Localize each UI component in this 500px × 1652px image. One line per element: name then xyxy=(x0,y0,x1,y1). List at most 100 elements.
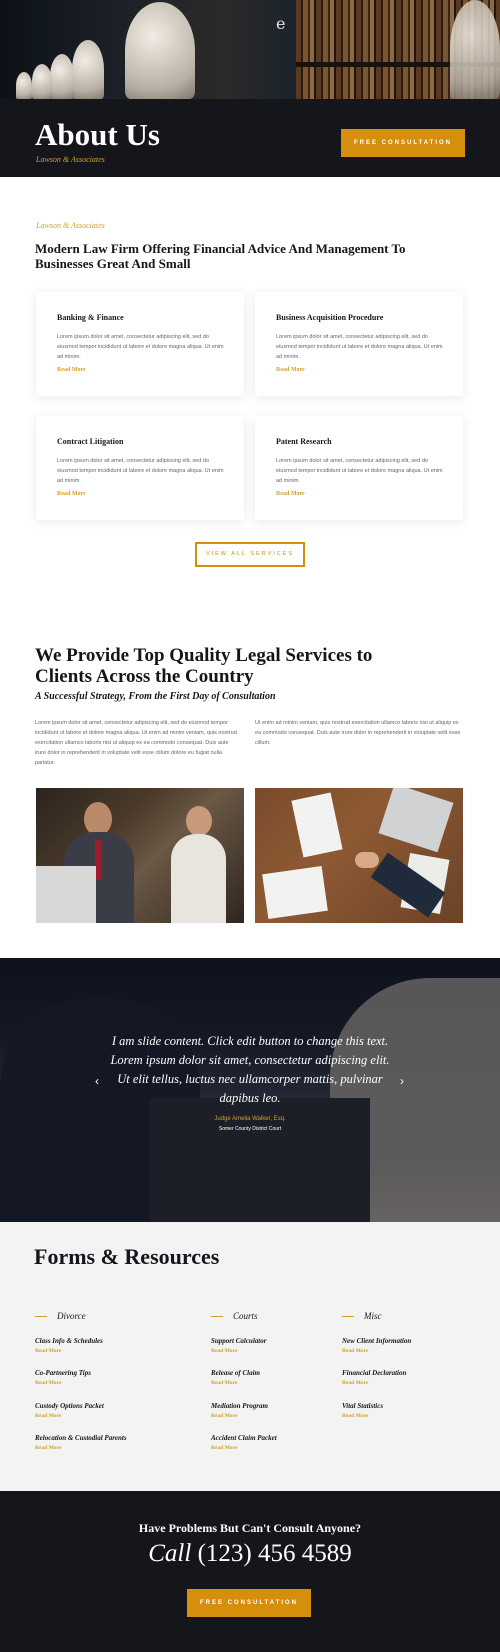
slider-next-icon[interactable]: › xyxy=(400,1074,404,1088)
testimonial-slider: I am slide content. Click edit button to… xyxy=(0,958,500,1222)
service-card: Patent Research Lorem ipsum dolor sit am… xyxy=(255,416,463,520)
form-item: Custody Options Packet Read More xyxy=(35,1402,104,1419)
forms-heading: Forms & Resources xyxy=(34,1244,220,1269)
paper-shape xyxy=(291,792,343,858)
service-card: Banking & Finance Lorem ipsum dolor sit … xyxy=(36,292,244,396)
service-title: Business Acquisition Procedure xyxy=(276,313,384,322)
cta-question: Have Problems But Can't Consult Anyone? xyxy=(138,1521,362,1535)
statue-bust xyxy=(50,54,74,99)
cta-call-label: Call xyxy=(148,1540,192,1567)
forms-resources-section: Forms & Resources Divorce Courts Misc Cl… xyxy=(0,1222,500,1491)
hand-shape xyxy=(355,852,379,868)
read-more-link[interactable]: Read More xyxy=(342,1348,411,1354)
read-more-link[interactable]: Read More xyxy=(342,1380,406,1386)
contact-cta: Have Problems But Can't Consult Anyone? … xyxy=(0,1491,500,1652)
form-title[interactable]: Custody Options Packet xyxy=(35,1402,104,1410)
service-description: Lorem ipsum dolor sit amet, consectetur … xyxy=(57,458,224,484)
forms-column-divorce: Divorce xyxy=(35,1311,86,1321)
forms-column-misc: Misc xyxy=(342,1311,382,1321)
service-description: Lorem ipsum dolor sit amet, consectetur … xyxy=(276,334,443,360)
accent-dash xyxy=(35,1316,47,1318)
service-description: Lorem ipsum dolor sit amet, consectetur … xyxy=(57,334,224,360)
service-card: Business Acquisition Procedure Lorem ips… xyxy=(255,292,463,396)
read-more-link[interactable]: Read More xyxy=(35,1445,127,1451)
statue-bust xyxy=(125,2,195,99)
column-title: Divorce xyxy=(57,1311,86,1321)
service-title: Contract Litigation xyxy=(57,437,124,446)
form-title[interactable]: Class Info & Schedules xyxy=(35,1337,103,1345)
form-title[interactable]: Support Calculator xyxy=(211,1337,266,1345)
form-item: Support Calculator Read More xyxy=(211,1337,266,1354)
form-title[interactable]: Release of Claim xyxy=(211,1369,260,1377)
read-more-link[interactable]: Read More xyxy=(211,1348,266,1354)
statue-bust xyxy=(72,40,104,99)
form-item: Mediation Program Read More xyxy=(211,1402,268,1419)
accent-dash xyxy=(211,1316,223,1318)
form-title[interactable]: Relocation & Custodial Parents xyxy=(35,1434,127,1442)
form-item: New Client Information Read More xyxy=(342,1337,411,1354)
forms-column-courts: Courts xyxy=(211,1311,258,1321)
form-title[interactable]: Accident Claim Packet xyxy=(211,1434,277,1442)
form-title[interactable]: New Client Information xyxy=(342,1337,411,1345)
form-item: Relocation & Custodial Parents Read More xyxy=(35,1434,127,1451)
page-header: About Us Lawson & Associates FREE CONSUL… xyxy=(0,99,500,177)
statue-bust xyxy=(16,72,32,99)
read-more-link[interactable]: Read More xyxy=(342,1413,383,1419)
page-subtitle: Lawson & Associates xyxy=(36,155,105,164)
intro-eyebrow: Lawson & Associates xyxy=(36,221,105,230)
form-title[interactable]: Co-Partnering Tips xyxy=(35,1369,91,1377)
hero-image: e xyxy=(0,0,500,99)
read-more-link[interactable]: Read More xyxy=(211,1413,268,1419)
column-title: Misc xyxy=(364,1311,382,1321)
form-item: Financial Declaration Read More xyxy=(342,1369,406,1386)
view-all-services-button[interactable]: VIEW ALL SERVICES xyxy=(195,542,305,567)
form-item: Accident Claim Packet Read More xyxy=(211,1434,277,1451)
shirt-shape xyxy=(171,834,226,923)
read-more-link[interactable]: Read More xyxy=(276,367,305,373)
free-consultation-button[interactable]: FREE CONSULTATION xyxy=(341,129,465,157)
form-title[interactable]: Vital Statistics xyxy=(342,1402,383,1410)
quality-paragraph-right: Ut enim ad minim veniam, quis nostrud ex… xyxy=(255,720,461,746)
service-title: Banking & Finance xyxy=(57,313,124,322)
read-more-link[interactable]: Read More xyxy=(57,491,86,497)
quality-paragraph-left: Lorem ipsum dolor sit amet, consectetur … xyxy=(35,720,237,766)
service-title: Patent Research xyxy=(276,437,332,446)
slide-author: Judge Amelia Walker, Esq. xyxy=(214,1116,286,1122)
form-title[interactable]: Financial Declaration xyxy=(342,1369,406,1377)
read-more-link[interactable]: Read More xyxy=(35,1413,104,1419)
slide-author-role: Somer County District Court xyxy=(218,1126,282,1132)
quality-heading: We Provide Top Quality Legal Services to… xyxy=(35,645,373,687)
meeting-photo xyxy=(36,788,244,923)
read-more-link[interactable]: Read More xyxy=(35,1348,103,1354)
read-more-link[interactable]: Read More xyxy=(276,491,305,497)
laptop-shape xyxy=(378,788,454,853)
page-title: About Us xyxy=(35,117,160,152)
accent-dash xyxy=(342,1316,354,1318)
read-more-link[interactable]: Read More xyxy=(35,1380,91,1386)
form-item: Release of Claim Read More xyxy=(211,1369,260,1386)
slider-prev-icon[interactable]: ‹ xyxy=(95,1074,99,1088)
service-description: Lorem ipsum dolor sit amet, consectetur … xyxy=(276,458,443,484)
handshake-photo xyxy=(255,788,463,923)
cta-phone: Call (123) 456 4589 xyxy=(0,1540,500,1568)
person-figure xyxy=(186,806,212,836)
form-item: Class Info & Schedules Read More xyxy=(35,1337,103,1354)
person-figure xyxy=(84,802,112,836)
statue-bust xyxy=(32,64,52,99)
form-title[interactable]: Mediation Program xyxy=(211,1402,268,1410)
read-more-link[interactable]: Read More xyxy=(211,1380,260,1386)
read-more-link[interactable]: Read More xyxy=(57,367,86,373)
statue-bust xyxy=(450,0,500,99)
logo-mark: e xyxy=(276,14,286,33)
phone-number[interactable]: (123) 456 4589 xyxy=(198,1540,352,1567)
form-item: Vital Statistics Read More xyxy=(342,1402,383,1419)
form-item: Co-Partnering Tips Read More xyxy=(35,1369,91,1386)
free-consultation-button[interactable]: FREE CONSULTATION xyxy=(187,1589,311,1617)
column-title: Courts xyxy=(233,1311,258,1321)
service-card: Contract Litigation Lorem ipsum dolor si… xyxy=(36,416,244,520)
intro-heading: Modern Law Firm Offering Financial Advic… xyxy=(35,241,406,271)
paper-shape xyxy=(262,866,328,919)
quality-subheading: A Successful Strategy, From the First Da… xyxy=(35,691,276,702)
slide-quote: I am slide content. Click edit button to… xyxy=(110,1034,390,1105)
read-more-link[interactable]: Read More xyxy=(211,1445,277,1451)
